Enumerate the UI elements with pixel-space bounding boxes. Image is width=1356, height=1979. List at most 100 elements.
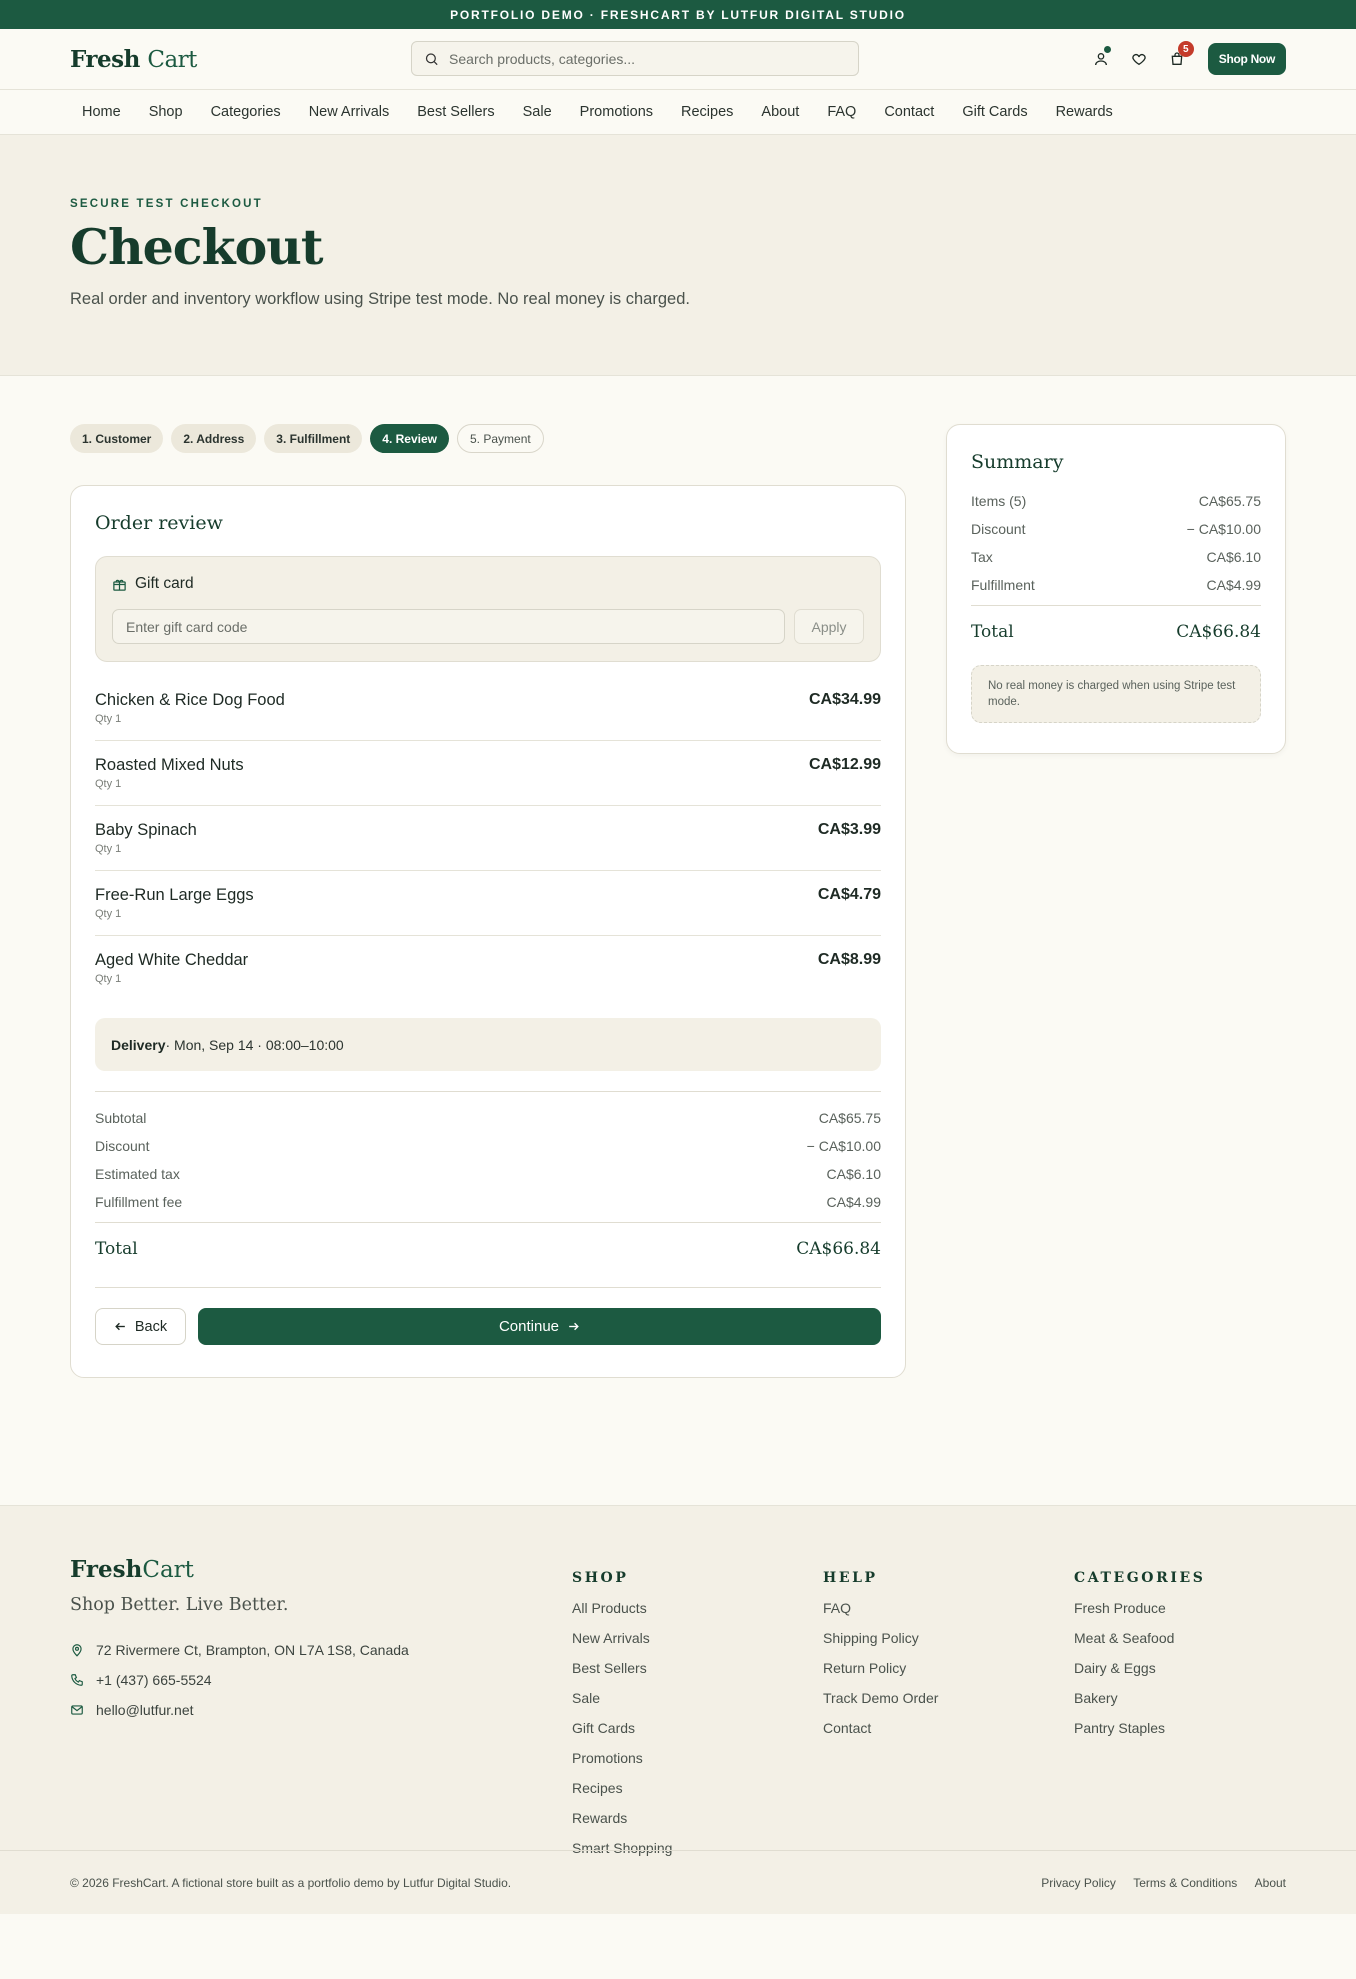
nav-new-arrivals[interactable]: New Arrivals [297, 104, 402, 120]
step-address[interactable]: 2. Address [171, 424, 257, 453]
nav-about[interactable]: About [749, 104, 811, 120]
footer-link[interactable]: Sale [572, 1690, 672, 1720]
site-footer: FreshCart Shop Better. Live Better. 72 R… [0, 1505, 1356, 1914]
nav-best-sellers[interactable]: Best Sellers [405, 104, 506, 120]
apply-gift-card-button[interactable]: Apply [794, 609, 864, 644]
footer-link[interactable]: New Arrivals [572, 1630, 672, 1660]
footer-link[interactable]: Bakery [1074, 1690, 1205, 1720]
summary-discount-row: Discount − CA$10.00 [971, 515, 1261, 543]
footer-shop-column: SHOP All Products New Arrivals Best Sell… [572, 1570, 672, 1870]
delivery-info: Delivery · Mon, Sep 14 · 08:00–10:00 [95, 1018, 881, 1071]
legal-links: Privacy Policy Terms & Conditions About [1027, 1876, 1286, 1890]
order-summary-card: Summary Items (5) CA$65.75 Discount − CA$1… [946, 424, 1286, 754]
back-button[interactable]: Back [95, 1308, 186, 1345]
checkout-content: 1. Customer 2. Address 3. Fulfillment 4.… [0, 376, 1356, 1505]
about-link[interactable]: About [1255, 1876, 1286, 1890]
footer-address: 72 Rivermere Ct, Brampton, ON L7A 1S8, C… [70, 1635, 409, 1665]
nav-sale[interactable]: Sale [511, 104, 564, 120]
nav-home[interactable]: Home [70, 104, 133, 120]
footer-link[interactable]: Pantry Staples [1074, 1720, 1205, 1750]
wishlist-button[interactable] [1120, 43, 1158, 75]
footer-logo[interactable]: FreshCart [70, 1556, 409, 1583]
subtotal-row: Subtotal CA$65.75 [95, 1104, 881, 1132]
email-text: hello@lutfur.net [96, 1702, 194, 1718]
discount-value: − CA$10.00 [806, 1138, 881, 1154]
privacy-policy-link[interactable]: Privacy Policy [1041, 1876, 1116, 1890]
footer-link[interactable]: Recipes [572, 1780, 672, 1810]
step-payment[interactable]: 5. Payment [457, 424, 544, 453]
nav-faq[interactable]: FAQ [815, 104, 868, 120]
shop-now-button[interactable]: Shop Now [1207, 43, 1286, 75]
page-title: Checkout [70, 218, 324, 276]
step-fulfillment[interactable]: 3. Fulfillment [264, 424, 363, 453]
item-name: Aged White Cheddar [95, 951, 249, 969]
item-qty: Qty 1 [95, 973, 122, 985]
tax-value: CA$6.10 [826, 1166, 881, 1182]
item-price: CA$8.99 [817, 951, 881, 968]
nav-contact[interactable]: Contact [872, 104, 946, 120]
arrow-left-icon [115, 1322, 125, 1331]
fulfillment-fee-label: Fulfillment fee [95, 1194, 183, 1210]
subtotal-label: Subtotal [95, 1110, 147, 1126]
item-name: Free-Run Large Eggs [95, 886, 254, 904]
footer-email[interactable]: hello@lutfur.net [70, 1695, 409, 1725]
nav-gift-cards[interactable]: Gift Cards [950, 104, 1039, 120]
copyright: © 2026 FreshCart. A fictional store buil… [70, 1875, 512, 1890]
logo-main: Fresh [70, 45, 140, 73]
nav-recipes[interactable]: Recipes [669, 104, 745, 120]
footer-link[interactable]: FAQ [823, 1600, 938, 1630]
footer-help-title: HELP [823, 1570, 878, 1586]
footer-link[interactable]: Meat & Seafood [1074, 1630, 1205, 1660]
search-input[interactable] [449, 50, 846, 67]
account-button[interactable] [1082, 43, 1120, 75]
cart-button[interactable]: 5 [1158, 41, 1196, 75]
gift-card-panel: Gift card Apply [95, 556, 881, 662]
total-value: CA$66.84 [796, 1239, 881, 1259]
footer-contact: 72 Rivermere Ct, Brampton, ON L7A 1S8, C… [70, 1635, 409, 1725]
tax-row: Estimated tax CA$6.10 [95, 1160, 881, 1188]
tax-label: Estimated tax [95, 1166, 180, 1182]
summary-tax-value: CA$6.10 [1206, 549, 1261, 565]
continue-button[interactable]: Continue [198, 1308, 881, 1345]
item-qty: Qty 1 [95, 778, 122, 790]
footer-phone[interactable]: +1 (437) 665-5524 [70, 1665, 409, 1695]
heart-icon [1132, 53, 1146, 66]
logo-accent: Cart [147, 46, 197, 73]
gift-card-row: Apply [112, 609, 864, 644]
nav-shop[interactable]: Shop [137, 104, 195, 120]
step-customer[interactable]: 1. Customer [70, 424, 164, 453]
step-review[interactable]: 4. Review [370, 424, 449, 453]
item-price: CA$12.99 [808, 756, 881, 773]
footer-link[interactable]: All Products [572, 1600, 672, 1630]
summary-tax-row: Tax CA$6.10 [971, 543, 1261, 571]
phone-text: +1 (437) 665-5524 [96, 1672, 212, 1688]
gift-card-input[interactable] [112, 609, 785, 644]
back-label: Back [134, 1318, 168, 1335]
footer-link[interactable]: Best Sellers [572, 1660, 672, 1690]
footer-link[interactable]: Gift Cards [572, 1720, 672, 1750]
footer-link[interactable]: Track Demo Order [823, 1690, 938, 1720]
footer-link[interactable]: Return Policy [823, 1660, 938, 1690]
footer-link[interactable]: Contact [823, 1720, 938, 1750]
footer-link[interactable]: Fresh Produce [1074, 1600, 1205, 1630]
summary-fulfillment-row: Fulfillment CA$4.99 [971, 571, 1261, 599]
item-name: Roasted Mixed Nuts [95, 756, 244, 774]
summary-fulfillment-label: Fulfillment [971, 577, 1035, 593]
nav-rewards[interactable]: Rewards [1044, 104, 1125, 120]
terms-link[interactable]: Terms & Conditions [1133, 1876, 1237, 1890]
announcement-bar: PORTFOLIO DEMO · FRESHCART BY LUTFUR DIG… [0, 0, 1356, 29]
footer-link[interactable]: Rewards [572, 1810, 672, 1840]
gift-card-heading: Gift card [112, 575, 864, 593]
logo[interactable]: Fresh Cart [70, 46, 197, 73]
footer-link[interactable]: Dairy & Eggs [1074, 1660, 1205, 1690]
order-item: Roasted Mixed Nuts Qty 1 CA$12.99 [95, 741, 881, 806]
nav-categories[interactable]: Categories [199, 104, 293, 120]
fulfillment-fee-row: Fulfillment fee CA$4.99 [95, 1188, 881, 1216]
order-item: Baby Spinach Qty 1 CA$3.99 [95, 806, 881, 871]
order-item: Aged White Cheddar Qty 1 CA$8.99 [95, 936, 881, 1001]
footer-link[interactable]: Shipping Policy [823, 1630, 938, 1660]
search-bar[interactable] [411, 41, 859, 76]
footer-link[interactable]: Promotions [572, 1750, 672, 1780]
nav-promotions[interactable]: Promotions [568, 104, 665, 120]
continue-label: Continue [498, 1318, 560, 1335]
